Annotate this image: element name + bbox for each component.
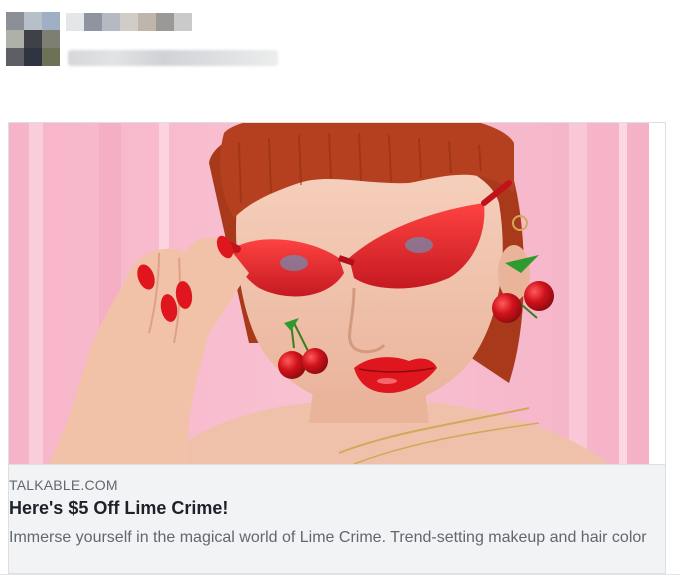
post-header bbox=[0, 0, 680, 80]
avatar-pixel bbox=[42, 48, 60, 66]
name-pixel bbox=[174, 13, 192, 31]
post-divider bbox=[0, 574, 680, 575]
name-pixel bbox=[84, 13, 102, 31]
avatar-pixel bbox=[6, 12, 24, 30]
name-pixel bbox=[138, 13, 156, 31]
link-preview-image[interactable] bbox=[9, 123, 649, 464]
image-side-gap bbox=[649, 123, 665, 464]
name-pixel bbox=[156, 13, 174, 31]
name-pixel bbox=[66, 13, 84, 31]
avatar-pixel bbox=[6, 30, 24, 48]
promo-photo-icon bbox=[9, 123, 649, 464]
link-title[interactable]: Here's $5 Off Lime Crime! bbox=[9, 498, 228, 519]
post-caption-blurred bbox=[68, 50, 278, 66]
avatar-pixel bbox=[24, 12, 42, 30]
avatar-pixel bbox=[6, 48, 24, 66]
author-name-blurred[interactable] bbox=[66, 13, 192, 31]
avatar-pixel bbox=[24, 48, 42, 66]
link-domain: TALKABLE.COM bbox=[9, 477, 118, 493]
name-pixel bbox=[120, 13, 138, 31]
link-preview-card[interactable]: TALKABLE.COM Here's $5 Off Lime Crime! I… bbox=[8, 122, 666, 574]
avatar-pixel bbox=[42, 30, 60, 48]
author-avatar[interactable] bbox=[6, 12, 60, 66]
avatar-pixel bbox=[42, 12, 60, 30]
link-preview-meta[interactable]: TALKABLE.COM Here's $5 Off Lime Crime! I… bbox=[9, 464, 665, 573]
name-pixel bbox=[102, 13, 120, 31]
link-description: Immerse yourself in the magical world of… bbox=[9, 529, 647, 546]
avatar-pixel bbox=[24, 30, 42, 48]
